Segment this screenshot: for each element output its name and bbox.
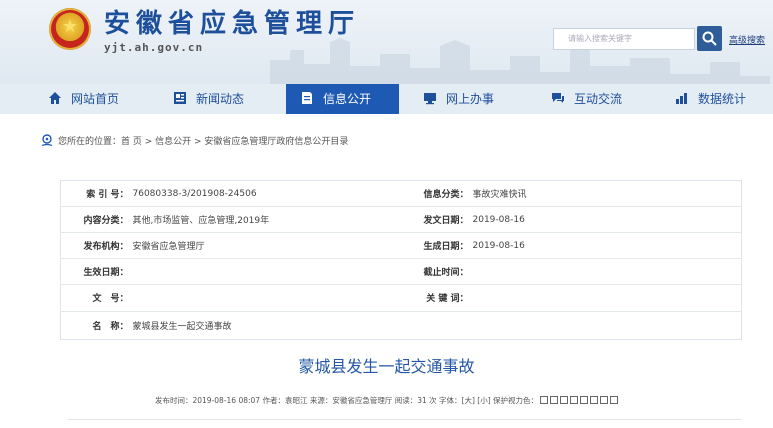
site-title[interactable]: 安徽省应急管理厅: [104, 10, 360, 38]
issue-date-value: 2019-08-16: [470, 206, 742, 234]
doc-no-value: [130, 284, 411, 312]
national-emblem-logo[interactable]: ★: [49, 8, 91, 50]
newspaper-icon: [174, 92, 186, 104]
search-button[interactable]: [697, 26, 722, 51]
expiry-label: 截止时间：: [410, 258, 471, 286]
name-value: 蒙城县发生一起交通事故: [132, 321, 232, 332]
effective-date-value: [130, 258, 411, 286]
nav-item-home[interactable]: 网站首页: [48, 84, 119, 114]
nav-label: 网站首页: [71, 92, 120, 106]
expiry-value: [470, 258, 742, 286]
document-info-table: 索 引 号： 76080338-3/201908-24506 信息分类： 事故灾…: [60, 180, 742, 340]
article-meta: 发布时间：2019-08-16 08:07 作者：袁昭江 来源：安徽省应急管理厅…: [0, 396, 773, 406]
search-icon: [702, 31, 717, 46]
nav-item-online-service[interactable]: 网上办事: [423, 84, 494, 114]
category-value: 事故灾难快讯: [470, 180, 742, 208]
publisher-value: 安徽省应急管理厅: [130, 232, 411, 260]
nav-label: 互动交流: [574, 92, 623, 106]
nav-label: 网上办事: [446, 92, 495, 106]
index-no-value: 76080338-3/201908-24506: [130, 180, 411, 208]
nav-item-news[interactable]: 新闻动态: [173, 84, 244, 114]
issue-date-label: 发文日期：: [410, 206, 471, 234]
site-domain: yjt.ah.gov.cn: [104, 41, 204, 54]
location-pin-icon: [41, 134, 53, 147]
nav-item-info-public[interactable]: 信息公开: [286, 84, 399, 114]
site-header: ★ 安徽省应急管理厅 yjt.ah.gov.cn 请输入搜索关键字 高级搜索: [0, 0, 773, 84]
chart-icon: [676, 93, 687, 104]
content-class-value: 其他,市场监管、应急管理,2019年: [130, 206, 411, 234]
index-no-label: 索 引 号：: [60, 180, 131, 208]
nav-label: 新闻动态: [196, 92, 245, 106]
breadcrumb-text[interactable]: 您所在的位置：首 页 > 信息公开 > 安徽省应急管理厅政府信息公开目录: [58, 137, 348, 147]
table-row: 索 引 号： 76080338-3/201908-24506 信息分类： 事故灾…: [60, 180, 742, 208]
home-icon: [49, 92, 61, 104]
monitor-icon: [424, 93, 436, 105]
nav-item-statistics[interactable]: 数据统计: [675, 84, 746, 114]
eye-care-color-swatch[interactable]: [600, 396, 609, 404]
nav-label: 数据统计: [698, 92, 747, 106]
created-date-label: 生成日期：: [410, 232, 471, 260]
keywords-value: [470, 284, 742, 312]
eye-care-color-swatch[interactable]: [570, 396, 579, 404]
table-row: 发布机构： 安徽省应急管理厅 生成日期： 2019-08-16: [60, 232, 742, 260]
breadcrumb: 您所在的位置：首 页 > 信息公开 > 安徽省应急管理厅政府信息公开目录: [41, 134, 348, 149]
advanced-search-link[interactable]: 高级搜索: [729, 33, 765, 46]
eye-care-color-swatch[interactable]: [580, 396, 589, 404]
chat-icon: [552, 93, 564, 103]
table-row: 生效日期： 截止时间：: [60, 258, 742, 286]
eye-care-color-swatch[interactable]: [550, 396, 559, 404]
eye-care-color-swatch[interactable]: [540, 396, 549, 404]
article-title: 蒙城县发生一起交通事故: [298, 357, 475, 376]
main-navigation: 网站首页 新闻动态 信息公开 网上办事 互动交流 数据统计: [0, 84, 773, 114]
publisher-label: 发布机构：: [60, 232, 131, 260]
name-label: 名 称：: [92, 321, 129, 332]
article-meta-text: 发布时间：2019-08-16 08:07 作者：袁昭江 来源：安徽省应急管理厅…: [154, 396, 539, 405]
content-class-label: 内容分类：: [60, 206, 131, 234]
created-date-value: 2019-08-16: [470, 232, 742, 260]
content-divider: [68, 419, 742, 420]
eye-care-color-swatch[interactable]: [610, 396, 619, 404]
category-label: 信息分类：: [410, 180, 471, 208]
nav-item-interaction[interactable]: 互动交流: [551, 84, 622, 114]
nav-label: 信息公开: [323, 92, 372, 106]
keywords-label: 关 键 词：: [410, 284, 471, 312]
doc-no-label: 文 号：: [60, 284, 131, 312]
eye-care-color-swatch[interactable]: [590, 396, 599, 404]
eye-care-color-swatch[interactable]: [560, 396, 569, 404]
table-row: 名 称： 蒙城县发生一起交通事故: [61, 311, 742, 339]
effective-date-label: 生效日期：: [60, 258, 131, 286]
table-row: 内容分类： 其他,市场监管、应急管理,2019年 发文日期： 2019-08-1…: [60, 206, 742, 234]
search-input[interactable]: 请输入搜索关键字: [553, 28, 695, 50]
document-icon: [302, 92, 312, 104]
table-row: 文 号： 关 键 词：: [60, 284, 742, 312]
